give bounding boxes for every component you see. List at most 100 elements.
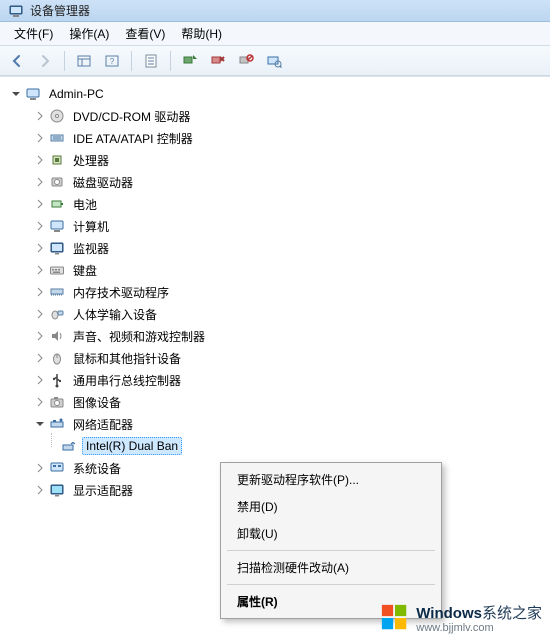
- ide-icon: [48, 129, 66, 147]
- cpu-icon: [48, 151, 66, 169]
- tree-item-dvd[interactable]: DVD/CD-ROM 驱动器: [6, 105, 548, 127]
- computer-icon: [48, 217, 66, 235]
- disc-icon: [48, 107, 66, 125]
- tree-item-label: 通用串行总线控制器: [70, 371, 184, 390]
- menu-action[interactable]: 操作(A): [61, 22, 117, 45]
- display-adapter-icon: [48, 481, 66, 499]
- chevron-right-icon[interactable]: [34, 330, 46, 342]
- device-tree[interactable]: Admin-PC DVD/CD-ROM 驱动器 IDE ATA/ATAPI 控制…: [0, 77, 550, 511]
- wifi-adapter-icon: [60, 437, 78, 455]
- tree-item-label: 显示适配器: [70, 481, 136, 500]
- ctx-separator: [227, 584, 435, 585]
- chevron-right-icon[interactable]: [34, 198, 46, 210]
- svg-text:?: ?: [110, 57, 115, 66]
- chevron-right-icon[interactable]: [34, 462, 46, 474]
- ctx-scan-hardware[interactable]: 扫描检测硬件改动(A): [223, 554, 439, 581]
- chevron-right-icon[interactable]: [34, 484, 46, 496]
- toolbar-properties-button[interactable]: [138, 48, 164, 74]
- chevron-right-icon[interactable]: [34, 110, 46, 122]
- tree-item-network[interactable]: 网络适配器: [6, 413, 548, 435]
- ctx-update-driver[interactable]: 更新驱动程序软件(P)...: [223, 466, 439, 493]
- tree-item-label: 计算机: [70, 217, 112, 236]
- tree-item-ide[interactable]: IDE ATA/ATAPI 控制器: [6, 127, 548, 149]
- toolbar-scan-button[interactable]: [261, 48, 287, 74]
- tree-item-imaging[interactable]: 图像设备: [6, 391, 548, 413]
- chevron-right-icon[interactable]: [34, 176, 46, 188]
- tree-item-monitor[interactable]: 监视器: [6, 237, 548, 259]
- tree-item-label: 处理器: [70, 151, 112, 170]
- tree-item-disk[interactable]: 磁盘驱动器: [6, 171, 548, 193]
- tree-item-label: 监视器: [70, 239, 112, 258]
- toolbar-update-driver-button[interactable]: [177, 48, 203, 74]
- chevron-right-icon[interactable]: [34, 154, 46, 166]
- chevron-down-icon[interactable]: [10, 88, 22, 100]
- tree-item-mouse[interactable]: 鼠标和其他指针设备: [6, 347, 548, 369]
- tree-root[interactable]: Admin-PC: [6, 83, 548, 105]
- ctx-uninstall[interactable]: 卸载(U): [223, 520, 439, 547]
- ctx-separator: [227, 550, 435, 551]
- mouse-icon: [48, 349, 66, 367]
- toolbar-help-button[interactable]: ?: [99, 48, 125, 74]
- chevron-right-icon[interactable]: [34, 396, 46, 408]
- toolbar-disable-button[interactable]: [233, 48, 259, 74]
- ctx-disable[interactable]: 禁用(D): [223, 493, 439, 520]
- tree-item-label: 内存技术驱动程序: [70, 283, 172, 302]
- tree-item-battery[interactable]: 电池: [6, 193, 548, 215]
- menu-help[interactable]: 帮助(H): [173, 22, 230, 45]
- chevron-right-icon[interactable]: [34, 286, 46, 298]
- chevron-right-icon[interactable]: [34, 242, 46, 254]
- keyboard-icon: [48, 261, 66, 279]
- tree-item-label: 人体学输入设备: [70, 305, 160, 324]
- battery-icon: [48, 195, 66, 213]
- tree-item-label: 键盘: [70, 261, 100, 280]
- tree-item-sound[interactable]: 声音、视频和游戏控制器: [6, 325, 548, 347]
- memory-icon: [48, 283, 66, 301]
- tree-item-network-adapter[interactable]: Intel(R) Dual Ban: [6, 435, 548, 457]
- ctx-properties[interactable]: 属性(R): [223, 588, 439, 615]
- tree-item-label: DVD/CD-ROM 驱动器: [70, 107, 193, 126]
- tree-item-label: 图像设备: [70, 393, 124, 412]
- titlebar: 设备管理器: [0, 0, 550, 22]
- computer-icon: [24, 85, 42, 103]
- window-title: 设备管理器: [30, 2, 90, 19]
- tree-item-cpu[interactable]: 处理器: [6, 149, 548, 171]
- tree-item-label: 磁盘驱动器: [70, 173, 136, 192]
- tree-item-memory[interactable]: 内存技术驱动程序: [6, 281, 548, 303]
- chevron-right-icon[interactable]: [34, 264, 46, 276]
- chevron-right-icon[interactable]: [34, 220, 46, 232]
- tree-item-label: Intel(R) Dual Ban: [82, 437, 182, 455]
- toolbar-forward-button[interactable]: [32, 48, 58, 74]
- menubar: 文件(F) 操作(A) 查看(V) 帮助(H): [0, 22, 550, 46]
- tree-item-usb[interactable]: 通用串行总线控制器: [6, 369, 548, 391]
- system-icon: [48, 459, 66, 477]
- usb-icon: [48, 371, 66, 389]
- speaker-icon: [48, 327, 66, 345]
- toolbar-view-button[interactable]: [71, 48, 97, 74]
- menu-file[interactable]: 文件(F): [6, 22, 61, 45]
- network-icon: [48, 415, 66, 433]
- chevron-right-icon[interactable]: [34, 352, 46, 364]
- tree-item-hid[interactable]: 人体学输入设备: [6, 303, 548, 325]
- tree-item-computer[interactable]: 计算机: [6, 215, 548, 237]
- tree-item-keyboard[interactable]: 键盘: [6, 259, 548, 281]
- device-manager-window: 设备管理器 文件(F) 操作(A) 查看(V) 帮助(H) ?: [0, 0, 550, 642]
- context-menu: 更新驱动程序软件(P)... 禁用(D) 卸载(U) 扫描检测硬件改动(A) 属…: [220, 462, 442, 619]
- tree-item-label: 鼠标和其他指针设备: [70, 349, 184, 368]
- tree-root-label: Admin-PC: [46, 86, 107, 102]
- toolbar-separator: [64, 51, 65, 71]
- toolbar-separator: [170, 51, 171, 71]
- toolbar-back-button[interactable]: [4, 48, 30, 74]
- chevron-right-icon[interactable]: [34, 308, 46, 320]
- chevron-right-icon[interactable]: [34, 374, 46, 386]
- toolbar-uninstall-button[interactable]: [205, 48, 231, 74]
- tree-item-label: IDE ATA/ATAPI 控制器: [70, 129, 196, 148]
- tree-item-label: 网络适配器: [70, 415, 136, 434]
- tree-item-label: 系统设备: [70, 459, 124, 478]
- menu-view[interactable]: 查看(V): [117, 22, 173, 45]
- chevron-right-icon[interactable]: [34, 132, 46, 144]
- tree-item-label: 电池: [70, 195, 100, 214]
- tree-item-label: 声音、视频和游戏控制器: [70, 327, 208, 346]
- chevron-down-icon[interactable]: [34, 418, 46, 430]
- toolbar: ?: [0, 46, 550, 76]
- app-icon: [8, 3, 24, 19]
